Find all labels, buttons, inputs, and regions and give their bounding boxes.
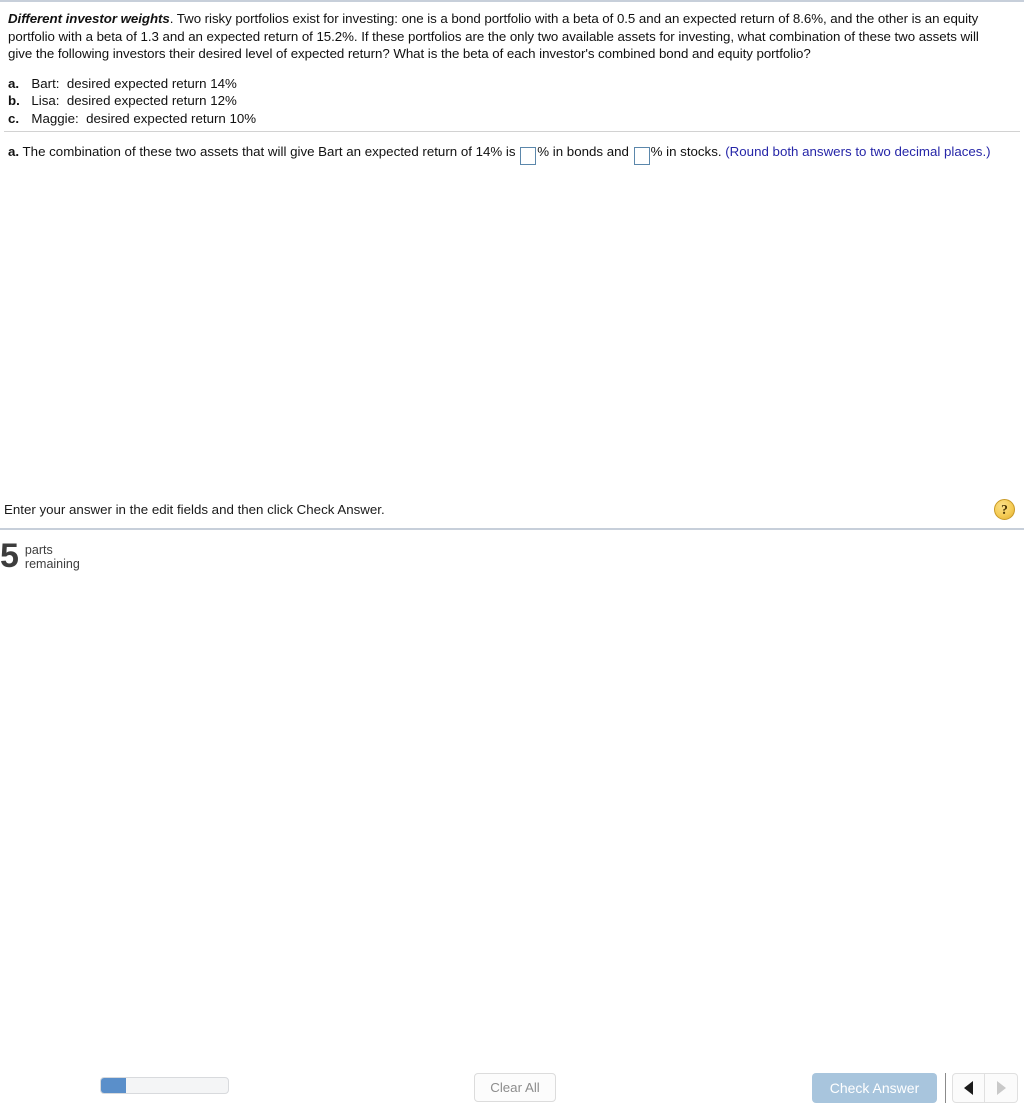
part-text: Lisa: desired expected return 12% <box>24 93 237 109</box>
navigation-buttons <box>952 1073 1018 1103</box>
part-text: Bart: desired expected return 14% <box>24 75 237 91</box>
active-part-answer-line: a. The combination of these two assets t… <box>8 142 994 165</box>
rounding-hint: (Round both answers to two decimal place… <box>725 144 991 159</box>
part-text: Maggie: desired expected return 10% <box>24 110 257 126</box>
answer-prompt-text: The combination of these two assets that… <box>19 144 520 159</box>
parts-label-line2: remaining <box>24 556 80 571</box>
answer-suffix-text: % in stocks. <box>650 144 726 159</box>
problem-parts-list: a. Bart: desired expected return 14% b. … <box>8 75 1024 128</box>
list-item: c. Maggie: desired expected return 10% <box>8 110 1024 128</box>
part-letter: a. <box>8 75 20 91</box>
bottom-toolbar: 5 parts remaining Clear All Check Answer <box>0 530 1024 1103</box>
parts-remaining-label: parts remaining <box>25 543 80 571</box>
list-item: b. Lisa: desired expected return 12% <box>8 92 1024 110</box>
parts-remaining-indicator: 5 parts remaining <box>0 539 80 573</box>
part-letter: c. <box>8 110 20 126</box>
status-bar: Enter your answer in the edit fields and… <box>0 498 1024 528</box>
check-answer-button[interactable]: Check Answer <box>812 1073 937 1103</box>
next-part-button[interactable] <box>985 1073 1018 1103</box>
list-item: a. Bart: desired expected return 14% <box>8 75 1024 93</box>
problem-title: Different investor weights <box>8 11 170 26</box>
previous-part-button[interactable] <box>952 1073 985 1103</box>
question-content-area: Different investor weights. Two risky po… <box>0 2 1024 498</box>
status-message: Enter your answer in the edit fields and… <box>4 502 385 517</box>
progress-bar-fill <box>101 1078 127 1093</box>
clear-all-button[interactable]: Clear All <box>474 1073 556 1102</box>
problem-statement: Different investor weights. Two risky po… <box>8 10 994 63</box>
stocks-percent-input[interactable] <box>633 147 650 165</box>
parts-label-line1: parts <box>24 542 53 557</box>
toolbar-separator <box>945 1073 946 1103</box>
triangle-left-icon <box>964 1081 973 1095</box>
answer-middle-text: % in bonds and <box>537 144 633 159</box>
answer-part-letter: a. <box>8 144 20 159</box>
help-icon[interactable]: ? <box>994 499 1015 520</box>
triangle-right-icon <box>996 1081 1006 1095</box>
parts-remaining-count: 5 <box>0 537 19 575</box>
bonds-percent-input[interactable] <box>520 147 537 165</box>
progress-bar <box>100 1077 229 1094</box>
part-letter: b. <box>8 93 20 109</box>
section-divider <box>4 131 1020 132</box>
